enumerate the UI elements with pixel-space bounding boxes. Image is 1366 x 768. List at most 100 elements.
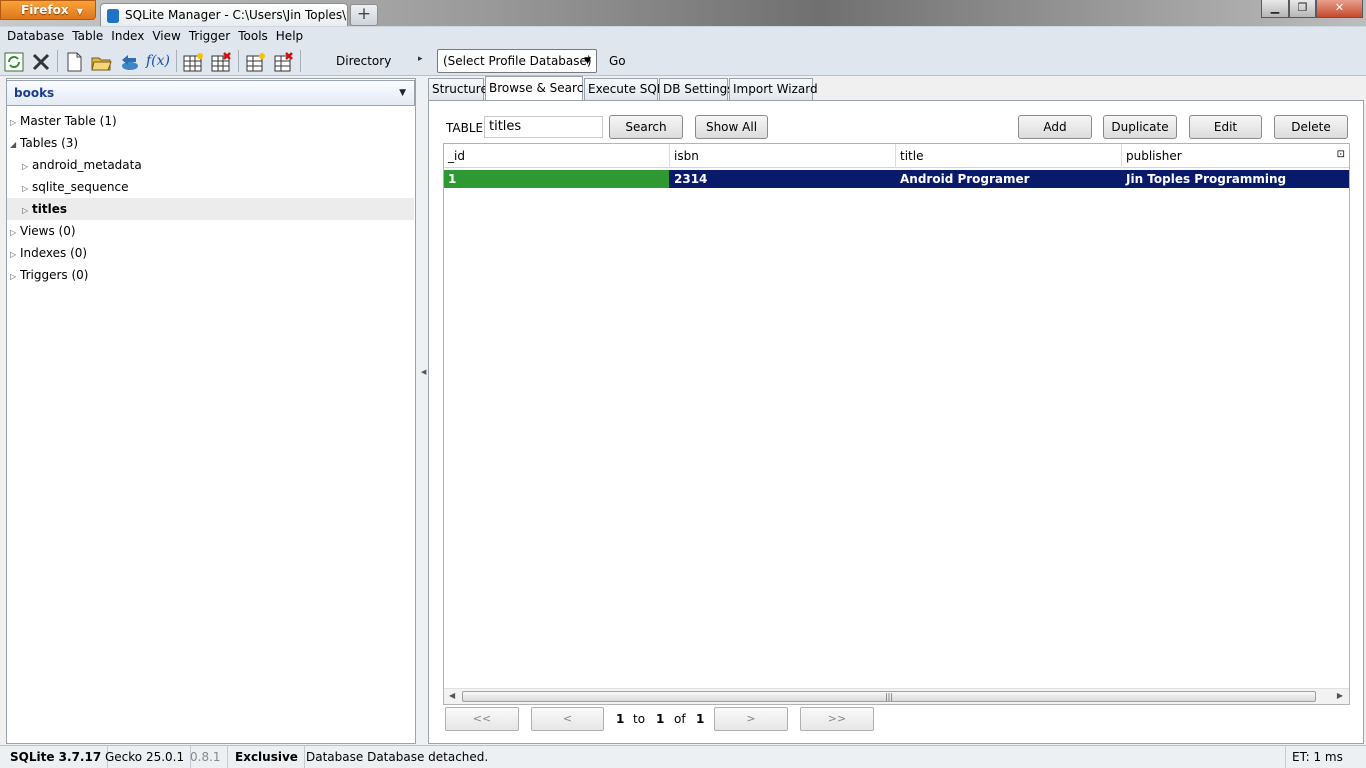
cell-publisher[interactable]: Jin Toples Programming bbox=[1122, 170, 1349, 188]
tab-execute-sql[interactable]: Execute SQL bbox=[584, 78, 664, 100]
drop-table-icon[interactable] bbox=[210, 51, 232, 73]
tree-item-label: Indexes (0) bbox=[20, 246, 88, 260]
tree-item-tables[interactable]: ◢ Tables (3) bbox=[7, 132, 414, 154]
expand-triangle-icon[interactable]: ▷ bbox=[10, 222, 20, 244]
status-message: Database Database detached. bbox=[306, 750, 489, 764]
tab-import-wizard[interactable]: Import Wizard bbox=[729, 78, 818, 100]
show-all-button[interactable]: Show All bbox=[695, 115, 768, 139]
tab-browse-search[interactable]: Browse & Search bbox=[485, 76, 591, 100]
scroll-right-icon[interactable]: ▶ bbox=[1337, 691, 1343, 700]
cell-id[interactable]: 1 bbox=[444, 170, 669, 188]
tab-structure[interactable]: Structure bbox=[428, 78, 488, 100]
firefox-menu-button[interactable]: Firefox ▼ bbox=[0, 0, 96, 20]
tree-item-sqlite-sequence[interactable]: ▷ sqlite_sequence bbox=[7, 176, 414, 198]
expand-triangle-icon[interactable]: ▷ bbox=[10, 266, 20, 288]
schema-tree: ▷ Master Table (1) ◢ Tables (3) ▷ android_m… bbox=[7, 110, 414, 286]
refresh-icon[interactable] bbox=[3, 51, 25, 73]
column-header-isbn[interactable]: isbn bbox=[670, 144, 896, 168]
scrollbar-thumb[interactable]: ||| bbox=[462, 691, 1316, 702]
go-button[interactable]: Go bbox=[609, 54, 626, 68]
column-header-publisher[interactable]: publisher bbox=[1122, 144, 1349, 168]
expand-triangle-icon[interactable]: ▷ bbox=[10, 112, 20, 134]
status-timer: ET: 1 ms bbox=[1285, 746, 1366, 768]
create-index-icon[interactable] bbox=[244, 51, 266, 73]
menu-tools[interactable]: Tools bbox=[234, 27, 272, 45]
results-grid: _id isbn title publisher ⊡ 1 2314 Androi… bbox=[443, 143, 1350, 705]
create-table-icon[interactable] bbox=[182, 51, 204, 73]
expand-triangle-icon[interactable]: ▷ bbox=[22, 156, 32, 178]
new-db-icon[interactable] bbox=[63, 51, 85, 73]
menu-index[interactable]: Index bbox=[107, 27, 148, 45]
last-page-button[interactable]: >> bbox=[800, 707, 874, 731]
prev-page-button[interactable]: < bbox=[531, 707, 604, 731]
menu-help[interactable]: Help bbox=[272, 27, 307, 45]
expand-triangle-icon[interactable]: ▷ bbox=[10, 244, 20, 266]
chevron-down-icon: ▼ bbox=[76, 7, 83, 16]
minimize-button[interactable]: ▁ bbox=[1261, 0, 1289, 18]
tab-label: Browse & Search bbox=[489, 81, 591, 95]
chevron-down-icon: ▼ bbox=[584, 56, 591, 66]
tree-item-master-table[interactable]: ▷ Master Table (1) bbox=[7, 110, 414, 132]
tab-label: Structure bbox=[432, 82, 488, 96]
browser-tab-sqlite-manager[interactable]: SQLite Manager - C:\Users\Jin Toples\w..… bbox=[100, 3, 348, 28]
database-select[interactable]: books ▼ bbox=[6, 80, 415, 106]
grip-icon: ◀ bbox=[421, 368, 427, 376]
table-row[interactable]: 1 2314 Android Programer Jin Toples Prog… bbox=[444, 170, 1349, 188]
directory-label[interactable]: Directory bbox=[336, 54, 391, 68]
table-label: TABLE bbox=[446, 121, 484, 135]
connect-db-icon[interactable] bbox=[118, 51, 140, 73]
menu-trigger[interactable]: Trigger bbox=[185, 27, 234, 45]
first-page-button[interactable]: << bbox=[445, 707, 519, 731]
tree-item-label: android_metadata bbox=[32, 158, 142, 172]
function-icon[interactable]: f(x) bbox=[146, 51, 172, 73]
tree-item-android-metadata[interactable]: ▷ android_metadata bbox=[7, 154, 414, 176]
delete-button[interactable]: Delete bbox=[1274, 115, 1348, 139]
drop-index-icon[interactable] bbox=[272, 51, 294, 73]
restore-button[interactable]: ❐ bbox=[1289, 0, 1316, 18]
horizontal-scrollbar[interactable]: ◀ ||| ▶ bbox=[444, 688, 1349, 704]
chevron-right-icon[interactable]: ▸ bbox=[418, 54, 423, 64]
pane-splitter[interactable]: ◀ bbox=[418, 78, 428, 744]
cell-isbn[interactable]: 2314 bbox=[670, 170, 896, 188]
profile-select-value: (Select Profile Database) bbox=[443, 54, 592, 68]
menu-database[interactable]: Database bbox=[0, 27, 68, 45]
menu-bar: Database Table Index View Trigger Tools Help bbox=[0, 26, 1366, 46]
tree-item-titles[interactable]: ▷ titles bbox=[7, 198, 414, 220]
table-name-input[interactable]: titles bbox=[484, 116, 603, 138]
browser-tab-title: SQLite Manager - C:\Users\Jin Toples\w..… bbox=[125, 8, 348, 22]
expand-triangle-icon[interactable]: ▷ bbox=[22, 178, 32, 200]
column-header-id[interactable]: _id bbox=[444, 144, 670, 168]
new-tab-button[interactable]: + bbox=[350, 4, 378, 26]
tools-icon[interactable] bbox=[30, 51, 52, 73]
tree-item-indexes[interactable]: ▷ Indexes (0) bbox=[7, 242, 414, 264]
collapse-triangle-icon[interactable]: ◢ bbox=[10, 134, 20, 156]
expand-triangle-icon[interactable]: ▷ bbox=[22, 200, 32, 222]
menu-view[interactable]: View bbox=[148, 27, 184, 45]
search-button[interactable]: Search bbox=[609, 115, 683, 139]
edit-button[interactable]: Edit bbox=[1189, 115, 1262, 139]
database-icon bbox=[107, 9, 119, 23]
cell-title[interactable]: Android Programer bbox=[896, 170, 1122, 188]
open-db-icon[interactable] bbox=[90, 51, 112, 73]
status-mode: Exclusive bbox=[229, 746, 305, 768]
scroll-left-icon[interactable]: ◀ bbox=[449, 691, 455, 700]
status-extension-version: 0.8.1 bbox=[184, 746, 228, 768]
column-header-title[interactable]: title bbox=[896, 144, 1122, 168]
tree-item-views[interactable]: ▷ Views (0) bbox=[7, 220, 414, 242]
add-button[interactable]: Add bbox=[1018, 115, 1092, 139]
minimize-icon: ▁ bbox=[1270, 1, 1280, 14]
status-gecko-version: Gecko 25.0.1 bbox=[99, 746, 192, 768]
chevron-down-icon: ▼ bbox=[399, 88, 406, 98]
tab-db-settings[interactable]: DB Settings bbox=[659, 78, 734, 100]
tree-item-triggers[interactable]: ▷ Triggers (0) bbox=[7, 264, 414, 286]
menu-table[interactable]: Table bbox=[68, 27, 107, 45]
duplicate-button[interactable]: Duplicate bbox=[1103, 115, 1177, 139]
tree-item-label: Views (0) bbox=[20, 224, 76, 238]
profile-database-select[interactable]: (Select Profile Database) ▼ bbox=[437, 49, 597, 73]
close-window-button[interactable]: ✕ bbox=[1316, 0, 1363, 18]
toolbar: f(x) Directory ▸ bbox=[0, 46, 1366, 76]
status-sqlite-version: SQLite 3.7.17 bbox=[4, 746, 109, 768]
pager-to: 1 bbox=[656, 712, 665, 726]
next-page-button[interactable]: > bbox=[714, 707, 788, 731]
column-picker-icon[interactable]: ⊡ bbox=[1337, 149, 1345, 160]
